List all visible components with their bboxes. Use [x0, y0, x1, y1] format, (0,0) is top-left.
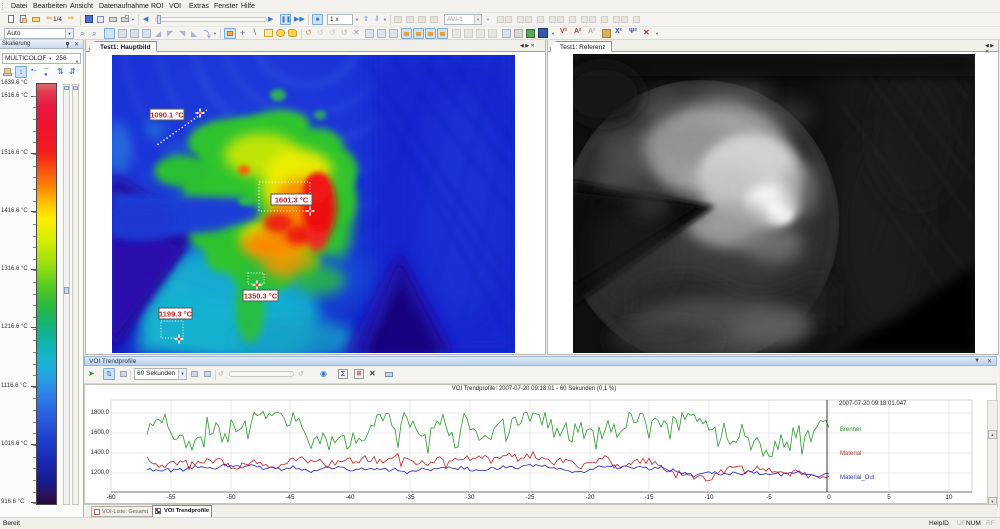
svg-text:1350.3 °C: 1350.3 °C: [244, 292, 278, 301]
svg-text:1090.1 °C: 1090.1 °C: [150, 111, 184, 120]
svg-text:1601.3 °C: 1601.3 °C: [275, 196, 309, 205]
svg-text:1199.3 °C: 1199.3 °C: [159, 310, 193, 319]
